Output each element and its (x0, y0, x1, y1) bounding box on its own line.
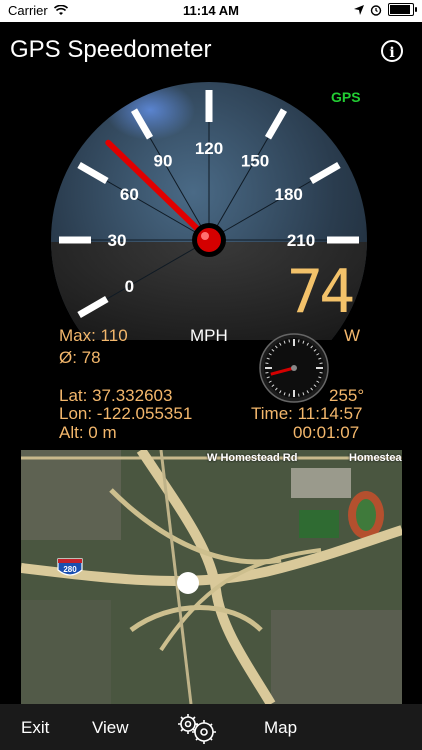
exit-button[interactable]: Exit (21, 718, 49, 738)
interstate-280-shield-icon: 280 (57, 558, 83, 576)
interstate-280-number: 280 (63, 565, 77, 574)
view-button[interactable]: View (92, 718, 129, 738)
speed-readout: 74 (287, 257, 355, 327)
speedometer-gauge: 0 30 60 90 120 150 180 210 (51, 82, 367, 340)
street-label-homestead: W Homestead Rd (207, 452, 298, 464)
gauge-tick-label: 120 (195, 139, 223, 158)
average-speed: Ø: 78 (59, 348, 101, 367)
compass-tick (319, 372, 323, 374)
longitude: Lon: -122.055351 (59, 404, 193, 423)
street-label-homestead-east: Homestead (349, 452, 402, 464)
compass-tick (298, 339, 300, 343)
gauge-tick-label: 180 (274, 185, 302, 204)
elapsed-time: 00:01:07 (293, 423, 360, 442)
gauge-hub-shine (201, 232, 209, 240)
compass-tick (288, 339, 290, 343)
compass-tick (265, 372, 269, 374)
gps-time: Time: 11:14:57 (251, 404, 363, 423)
gauge-tick-label: 90 (154, 151, 173, 170)
gauge-tick-label: 150 (241, 151, 269, 170)
compass-tick (298, 393, 300, 397)
map-neighborhood-3 (21, 600, 111, 704)
gauge-tick-label: 210 (287, 231, 315, 250)
compass-tick (319, 362, 323, 364)
compass-tick (265, 362, 269, 364)
current-location-dot (177, 572, 199, 594)
gauge-tick-label: 30 (108, 231, 127, 250)
compass-dial (259, 333, 329, 403)
latitude: Lat: 37.332603 (59, 386, 173, 405)
map-school-buildings (291, 468, 351, 498)
gps-status-badge: GPS (331, 89, 361, 105)
map-neighborhood-2 (271, 610, 402, 704)
max-speed: Max: 110 (59, 326, 128, 345)
compass-tick (288, 393, 290, 397)
settings-gears-icon[interactable] (175, 712, 217, 746)
map-neighborhood-1 (21, 450, 121, 540)
satellite-map[interactable]: W Homestead Rd Homestead 280 (21, 450, 402, 704)
course-degrees: 255° (329, 386, 365, 405)
map-button[interactable]: Map (264, 718, 297, 738)
gauge-tick-label: 0 (125, 277, 134, 296)
gauge-tick-label: 60 (120, 185, 139, 204)
heading-direction: W (344, 326, 361, 345)
map-school-field (299, 510, 339, 538)
speed-unit: MPH (190, 326, 228, 345)
bottom-toolbar: Exit View Map (0, 704, 422, 750)
gauge-hub (197, 228, 221, 252)
altitude: Alt: 0 m (59, 423, 117, 442)
